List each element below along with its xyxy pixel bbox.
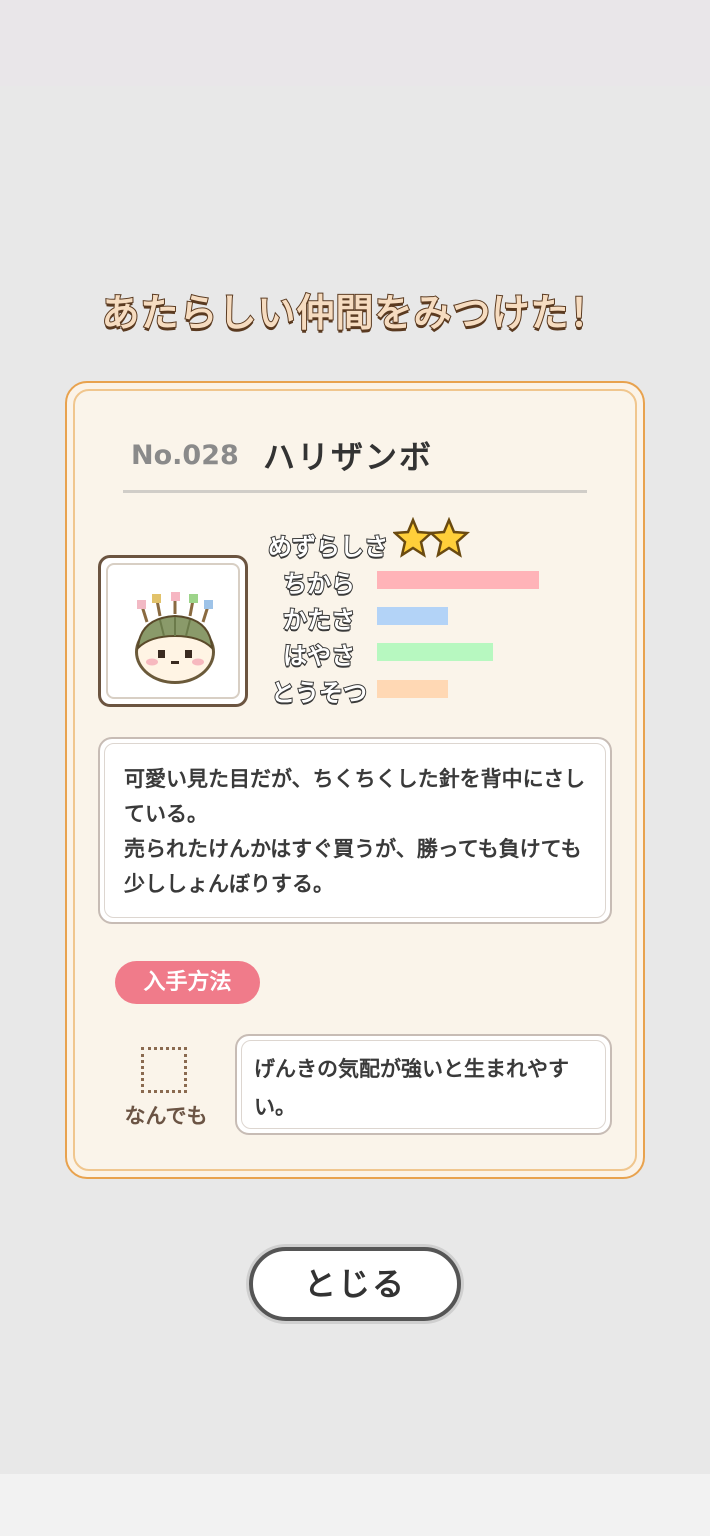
star-icon	[427, 517, 471, 558]
character-name: ハリザンボ	[263, 438, 434, 476]
stat-label-speed: はやさ	[282, 641, 356, 671]
condition-text: げんきの気配が強いと生まれやすい。	[254, 1057, 569, 1119]
acquisition-method-badge: 入手方法	[115, 961, 260, 1004]
name-divider	[123, 490, 587, 493]
method-label: なんでも	[124, 1104, 208, 1128]
stat-bar-defense	[377, 607, 448, 625]
stat-bar-power	[377, 571, 539, 589]
stat-label-defense: かたさ	[282, 605, 356, 635]
description-text: 可愛い見た目だが、ちくちくした針を背中にさしている。 売られたけんかはすぐ買うが…	[124, 767, 586, 896]
headline: あたらしい仲間をみつけた！	[100, 290, 609, 336]
dotted-square-icon	[141, 1047, 187, 1093]
card-number: No.028	[131, 440, 239, 471]
rarity-label: めずらしさ	[267, 532, 389, 562]
stat-label-leadership: とうそつ	[270, 678, 368, 708]
star-icon	[393, 517, 435, 558]
stat-bar-leadership	[377, 680, 448, 698]
rarity-stars	[393, 517, 471, 558]
navigation-bar	[0, 1474, 710, 1536]
stat-label-power: ちから	[282, 569, 356, 599]
stat-bar-speed	[377, 643, 493, 661]
hedgehog-character-icon	[135, 592, 215, 684]
status-bar	[0, 0, 710, 86]
close-button[interactable]: とじる	[249, 1247, 461, 1321]
